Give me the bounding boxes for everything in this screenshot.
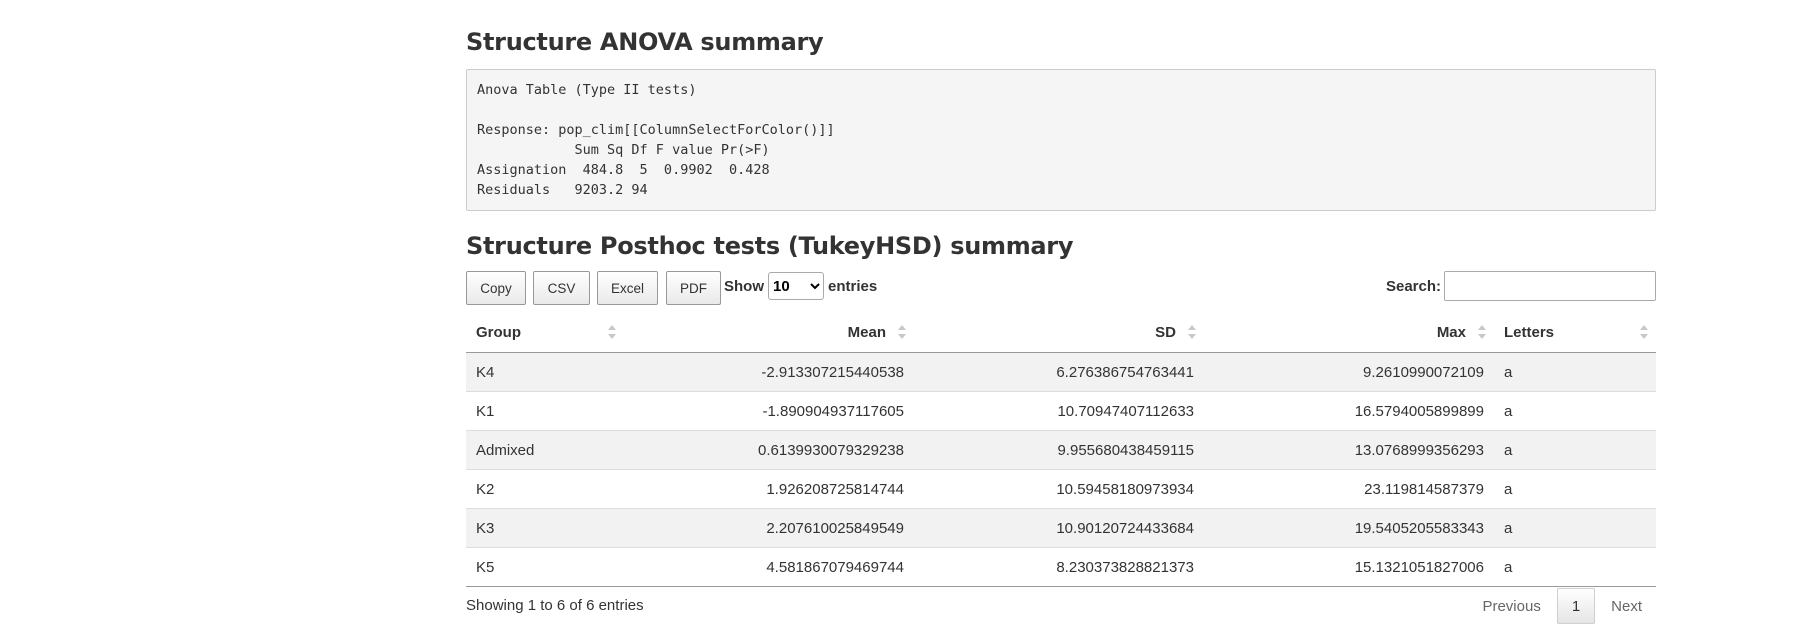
cell-group: Admixed — [466, 430, 624, 470]
cell-group: K3 — [466, 508, 624, 548]
cell-group: K1 — [466, 391, 624, 431]
sort-icon — [1640, 325, 1648, 339]
cell-max: 23.119814587379 — [1204, 469, 1494, 509]
cell-mean: -2.913307215440538 — [624, 352, 914, 392]
column-header-group[interactable]: Group — [466, 312, 624, 353]
posthoc-table: Group Mean SD Max Letters K4 -2.91330721… — [466, 312, 1656, 587]
posthoc-section-title: Structure Posthoc tests (TukeyHSD) summa… — [466, 232, 1074, 260]
table-row: K1 -1.890904937117605 10.70947407112633 … — [466, 391, 1656, 431]
anova-output: Anova Table (Type II tests) Response: po… — [466, 69, 1656, 211]
table-toolbar: Copy CSV Excel PDF Show 10 entries Searc… — [466, 271, 1656, 307]
cell-sd: 9.955680438459115 — [914, 430, 1204, 470]
sort-icon — [898, 325, 906, 339]
cell-max: 15.1321051827006 — [1204, 547, 1494, 587]
search-label: Search: — [1385, 277, 1441, 295]
csv-button[interactable]: CSV — [533, 271, 590, 305]
table-row: K4 -2.913307215440538 6.276386754763441 … — [466, 352, 1656, 392]
pagination: Previous 1 Next — [1468, 588, 1656, 624]
cell-letters: a — [1494, 352, 1656, 392]
sort-icon — [1188, 325, 1196, 339]
entries-label: entries — [828, 277, 878, 295]
cell-mean: 1.926208725814744 — [624, 469, 914, 509]
column-header-mean[interactable]: Mean — [624, 312, 914, 353]
column-header-label: Max — [1436, 323, 1466, 341]
cell-group: K4 — [466, 352, 624, 392]
page-length-control: Show 10 entries — [724, 271, 877, 301]
table-header-row: Group Mean SD Max Letters — [466, 312, 1656, 353]
cell-group: K2 — [466, 469, 624, 509]
column-header-label: Mean — [847, 323, 886, 341]
table-row: Admixed 0.6139930079329238 9.95568043845… — [466, 430, 1656, 470]
page-length-select[interactable]: 10 — [768, 272, 824, 300]
cell-mean: 2.207610025849549 — [624, 508, 914, 548]
anova-section-title: Structure ANOVA summary — [466, 28, 824, 56]
copy-button[interactable]: Copy — [466, 271, 526, 305]
column-header-label: Letters — [1504, 323, 1555, 341]
sort-icon — [1478, 325, 1486, 339]
cell-sd: 10.70947407112633 — [914, 391, 1204, 431]
cell-mean: -1.890904937117605 — [624, 391, 914, 431]
previous-page-button[interactable]: Previous — [1468, 588, 1554, 624]
table-row: K3 2.207610025849549 10.90120724433684 1… — [466, 508, 1656, 548]
column-header-label: Group — [476, 323, 521, 341]
cell-sd: 10.59458180973934 — [914, 469, 1204, 509]
cell-max: 9.2610990072109 — [1204, 352, 1494, 392]
column-header-label: SD — [1155, 323, 1176, 341]
column-header-letters[interactable]: Letters — [1494, 312, 1656, 353]
cell-sd: 10.90120724433684 — [914, 508, 1204, 548]
cell-group: K5 — [466, 547, 624, 587]
page-1-button[interactable]: 1 — [1556, 588, 1596, 624]
table-row: K5 4.581867079469744 8.230373828821373 1… — [466, 547, 1656, 587]
cell-letters: a — [1494, 547, 1656, 587]
cell-letters: a — [1494, 430, 1656, 470]
column-header-max[interactable]: Max — [1204, 312, 1494, 353]
next-page-button[interactable]: Next — [1597, 588, 1656, 624]
cell-letters: a — [1494, 469, 1656, 509]
cell-sd: 6.276386754763441 — [914, 352, 1204, 392]
cell-max: 19.5405205583343 — [1204, 508, 1494, 548]
show-label: Show — [724, 277, 764, 295]
cell-max: 13.0768999356293 — [1204, 430, 1494, 470]
search-input[interactable] — [1444, 271, 1656, 301]
table-row: K2 1.926208725814744 10.59458180973934 2… — [466, 469, 1656, 509]
cell-mean: 0.6139930079329238 — [624, 430, 914, 470]
cell-letters: a — [1494, 508, 1656, 548]
search-control: Search: — [1386, 271, 1656, 301]
pdf-button[interactable]: PDF — [666, 271, 721, 305]
excel-button[interactable]: Excel — [597, 271, 658, 305]
cell-max: 16.5794005899899 — [1204, 391, 1494, 431]
cell-letters: a — [1494, 391, 1656, 431]
column-header-sd[interactable]: SD — [914, 312, 1204, 353]
cell-mean: 4.581867079469744 — [624, 547, 914, 587]
cell-sd: 8.230373828821373 — [914, 547, 1204, 587]
table-info: Showing 1 to 6 of 6 entries — [466, 597, 644, 614]
sort-icon — [608, 325, 616, 339]
